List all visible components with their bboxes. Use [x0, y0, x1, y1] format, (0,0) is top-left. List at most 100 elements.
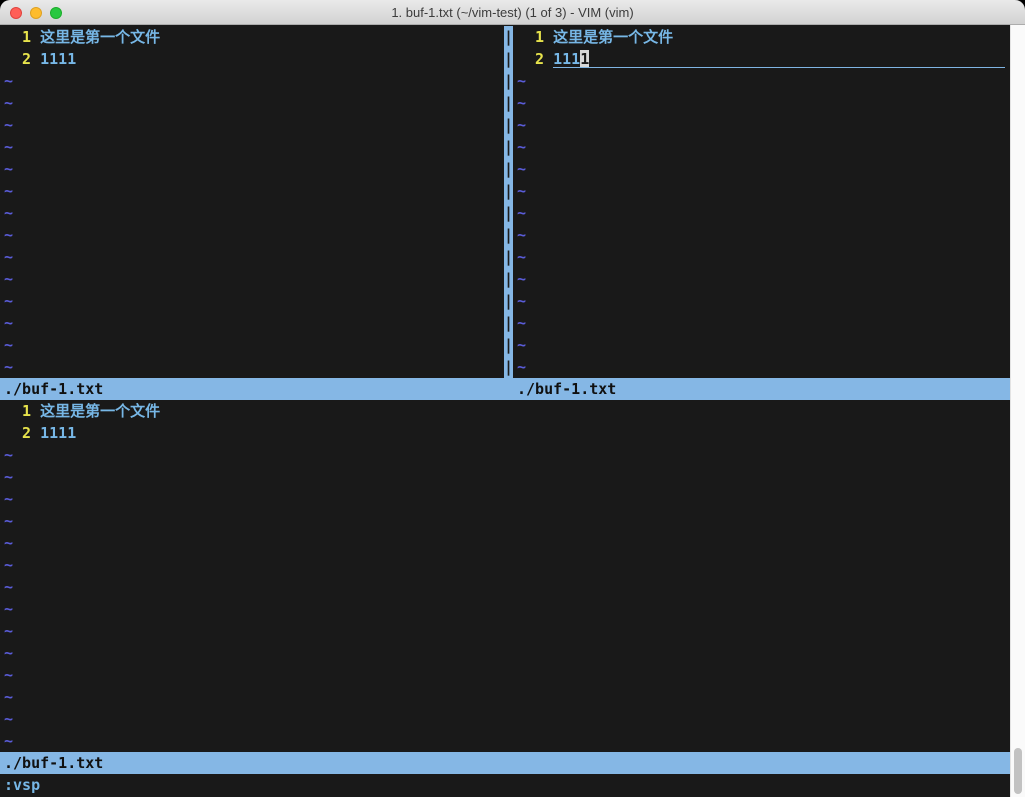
- app-body: 1 这里是第一个文件 2 1111~~~~~~~~~~~~~~ ||||||||…: [0, 25, 1025, 797]
- empty-line: ~: [0, 642, 1010, 664]
- tilde-marker: ~: [4, 554, 13, 576]
- separator-glyph: |: [504, 246, 513, 268]
- separator-glyph: |: [504, 136, 513, 158]
- tilde-marker: ~: [517, 158, 526, 180]
- empty-line: ~: [0, 466, 1010, 488]
- separator-glyph: |: [504, 224, 513, 246]
- empty-line: ~: [0, 92, 504, 114]
- separator-glyph: |: [504, 48, 513, 70]
- tilde-marker: ~: [517, 92, 526, 114]
- tilde-marker: ~: [4, 246, 13, 268]
- tilde-marker: ~: [517, 224, 526, 246]
- tilde-marker: ~: [4, 224, 13, 246]
- separator-glyph: |: [504, 92, 513, 114]
- line-text: 这里是第一个文件: [40, 26, 504, 48]
- line-text: 1111: [40, 422, 1010, 444]
- vertical-split-separator[interactable]: ||||||||||||||||: [504, 26, 513, 378]
- scrollbar-thumb[interactable]: [1014, 748, 1022, 794]
- tilde-marker: ~: [4, 290, 13, 312]
- buffer-line[interactable]: 1 这里是第一个文件: [513, 26, 1010, 48]
- scrollbar[interactable]: [1010, 25, 1025, 797]
- empty-line: ~: [513, 334, 1010, 356]
- tilde-marker: ~: [4, 686, 13, 708]
- line-text: 这里是第一个文件: [553, 26, 1010, 48]
- tilde-marker: ~: [517, 202, 526, 224]
- tilde-marker: ~: [4, 664, 13, 686]
- empty-line: ~: [513, 224, 1010, 246]
- empty-line: ~: [0, 136, 504, 158]
- vim-command-line[interactable]: :vsp: [0, 774, 1010, 797]
- separator-glyph: |: [504, 290, 513, 312]
- tilde-marker: ~: [4, 466, 13, 488]
- empty-line: ~: [0, 620, 1010, 642]
- tilde-marker: ~: [4, 180, 13, 202]
- empty-line: ~: [0, 268, 504, 290]
- empty-line: ~: [0, 488, 1010, 510]
- statusline-filename-right: ./buf-1.txt: [517, 378, 616, 400]
- empty-line: ~: [0, 334, 504, 356]
- statusline-filename-bottom: ./buf-1.txt: [4, 752, 103, 774]
- empty-line: ~: [513, 70, 1010, 92]
- tilde-marker: ~: [4, 730, 13, 752]
- pane-top-right[interactable]: 1 这里是第一个文件 2 1111~~~~~~~~~~~~~~: [513, 26, 1010, 378]
- line-text: 这里是第一个文件: [40, 400, 1010, 422]
- tilde-marker: ~: [4, 202, 13, 224]
- empty-line: ~: [0, 532, 1010, 554]
- buffer-line[interactable]: 1 这里是第一个文件: [0, 26, 504, 48]
- tilde-marker: ~: [517, 136, 526, 158]
- buffer-line[interactable]: 2 1111: [0, 422, 1010, 444]
- separator-glyph: |: [504, 70, 513, 92]
- tilde-marker: ~: [4, 708, 13, 730]
- empty-line: ~: [0, 598, 1010, 620]
- empty-line: ~: [513, 158, 1010, 180]
- zoom-button[interactable]: [50, 7, 62, 19]
- tilde-marker: ~: [517, 70, 526, 92]
- window-title: 1. buf-1.txt (~/vim-test) (1 of 3) - VIM…: [391, 5, 633, 20]
- empty-line: ~: [513, 268, 1010, 290]
- statusline-filename-left: ./buf-1.txt: [4, 378, 103, 400]
- tilde-marker: ~: [517, 246, 526, 268]
- tilde-marker: ~: [4, 642, 13, 664]
- separator-glyph: |: [504, 180, 513, 202]
- empty-line: ~: [0, 70, 504, 92]
- tilde-marker: ~: [517, 334, 526, 356]
- pane-bottom[interactable]: 1 这里是第一个文件 2 1111~~~~~~~~~~~~~~: [0, 400, 1010, 752]
- close-button[interactable]: [10, 7, 22, 19]
- pane-top-left[interactable]: 1 这里是第一个文件 2 1111~~~~~~~~~~~~~~: [0, 26, 504, 378]
- separator-glyph: |: [504, 202, 513, 224]
- line-number: 2: [517, 48, 553, 70]
- empty-line: ~: [0, 708, 1010, 730]
- tilde-marker: ~: [517, 180, 526, 202]
- tilde-marker: ~: [4, 136, 13, 158]
- empty-line: ~: [513, 202, 1010, 224]
- empty-line: ~: [0, 356, 504, 378]
- tilde-marker: ~: [517, 114, 526, 136]
- empty-line: ~: [0, 246, 504, 268]
- empty-line: ~: [0, 158, 504, 180]
- empty-line: ~: [0, 510, 1010, 532]
- separator-glyph: |: [504, 114, 513, 136]
- buffer-line[interactable]: 2 1111: [0, 48, 504, 70]
- traffic-lights: [10, 0, 62, 25]
- minimize-button[interactable]: [30, 7, 42, 19]
- tilde-marker: ~: [4, 114, 13, 136]
- tilde-marker: ~: [4, 158, 13, 180]
- tilde-marker: ~: [4, 312, 13, 334]
- empty-line: ~: [513, 136, 1010, 158]
- empty-line: ~: [513, 92, 1010, 114]
- tilde-marker: ~: [4, 532, 13, 554]
- empty-line: ~: [513, 312, 1010, 334]
- empty-line: ~: [0, 730, 1010, 752]
- empty-line: ~: [0, 554, 1010, 576]
- buffer-line[interactable]: 1 这里是第一个文件: [0, 400, 1010, 422]
- separator-glyph: |: [504, 158, 513, 180]
- tilde-marker: ~: [4, 576, 13, 598]
- tilde-marker: ~: [4, 334, 13, 356]
- empty-line: ~: [0, 664, 1010, 686]
- tilde-marker: ~: [4, 488, 13, 510]
- tilde-marker: ~: [4, 268, 13, 290]
- empty-line: ~: [513, 246, 1010, 268]
- separator-glyph: |: [504, 312, 513, 334]
- line-text: 1111: [40, 48, 504, 70]
- buffer-line[interactable]: 2 1111: [513, 48, 1010, 70]
